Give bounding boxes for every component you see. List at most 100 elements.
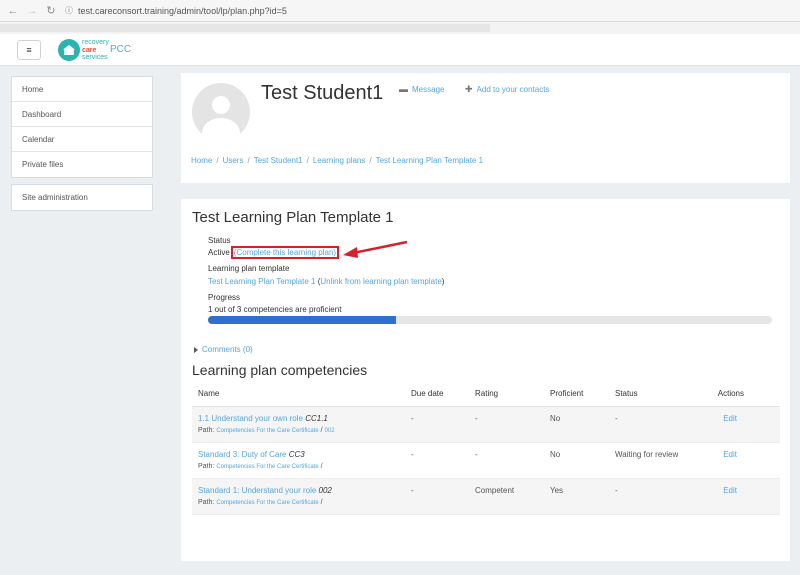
- template-link[interactable]: Test Learning Plan Template 1: [208, 277, 315, 286]
- sidebar-item-home[interactable]: Home: [12, 77, 152, 102]
- path-separator: /: [318, 462, 323, 470]
- site-navbar: ≡ recovery care services PCC: [0, 34, 800, 66]
- sidebar-item-dashboard[interactable]: Dashboard: [12, 102, 152, 127]
- comments-toggle[interactable]: Comments (0): [194, 345, 253, 354]
- competency-code: CC3: [288, 449, 305, 459]
- path-label: Path:: [198, 426, 215, 434]
- competency-link[interactable]: Standard 3: Duty of Care: [198, 450, 287, 459]
- caret-right-icon: [194, 346, 198, 353]
- avatar[interactable]: [192, 83, 250, 141]
- due-date-cell: -: [405, 442, 469, 479]
- path-label: Path:: [198, 462, 215, 470]
- competency-cell: Standard 3: Duty of Care CC3 Path: Compe…: [192, 442, 405, 479]
- competency-name: Standard 1: Understand your role 002: [198, 486, 405, 495]
- avatar-head-shape: [212, 96, 230, 114]
- message-label: Message: [412, 84, 445, 94]
- speech-bubble-icon: ▬: [399, 84, 408, 94]
- rating-cell: Competent: [469, 478, 544, 515]
- status-row: Active (Complete this learning plan): [208, 246, 340, 259]
- col-due-date: Due date: [405, 382, 469, 407]
- breadcrumb-separator: /: [247, 156, 250, 165]
- page-title: Test Student1: [261, 82, 384, 104]
- breadcrumb-separator: /: [216, 156, 219, 165]
- avatar-body-shape: [202, 118, 240, 141]
- logo-text: recovery care services: [82, 39, 109, 62]
- table-row: Standard 3: Duty of Care CC3 Path: Compe…: [192, 442, 780, 479]
- breadcrumb: Home / Users / Test Student1/ Learning pla…: [191, 156, 483, 165]
- table-row: Standard 1: Understand your role 002 Pat…: [192, 478, 780, 515]
- path-framework-link[interactable]: Competencies For the Care Certificate: [216, 500, 318, 506]
- actions-cell: Edit: [709, 406, 780, 443]
- bookmarks-bar: [0, 22, 800, 34]
- site-name-link[interactable]: PCC: [110, 44, 131, 55]
- logo-house-shape: [63, 45, 75, 55]
- page-info-icon: ⓘ: [65, 6, 73, 15]
- add-contact-label: Add to your contacts: [476, 85, 550, 94]
- logo-line-3: services: [82, 54, 108, 61]
- due-date-cell: -: [405, 406, 469, 443]
- menu-toggle-button[interactable]: ≡: [17, 40, 41, 60]
- competency-path: Path: Competencies For the Care Certific…: [198, 427, 405, 434]
- message-button[interactable]: ▬ Message: [399, 84, 444, 94]
- competencies-table: Name Due date Rating Proficient Status A…: [192, 382, 780, 515]
- col-proficient: Proficient: [544, 382, 609, 407]
- address-bar[interactable]: ⓘ test.careconsort.training/admin/tool/l…: [65, 5, 287, 16]
- breadcrumb-learning-plans[interactable]: Learning plans: [313, 156, 365, 165]
- col-name: Name: [192, 382, 405, 407]
- competency-path: Path: Competencies For the Care Certific…: [198, 499, 405, 506]
- comments-label: Comments (0): [202, 345, 253, 354]
- table-header-row: Name Due date Rating Proficient Status A…: [192, 382, 780, 407]
- plus-icon: ✚: [465, 84, 473, 94]
- breadcrumb-student[interactable]: Test Student1: [254, 156, 303, 165]
- breadcrumb-users[interactable]: Users: [223, 156, 244, 165]
- breadcrumb-separator: /: [306, 156, 309, 165]
- edit-button[interactable]: Edit: [723, 414, 737, 423]
- progress-label: Progress: [208, 293, 241, 302]
- logo-line-1: recovery: [82, 39, 109, 46]
- sidebar-item-site-administration[interactable]: Site administration: [12, 185, 152, 210]
- edit-button[interactable]: Edit: [723, 486, 737, 495]
- status-cell: -: [609, 406, 709, 443]
- path-separator: /: [318, 498, 323, 506]
- path-framework-link[interactable]: Competencies For the Care Certificate: [216, 428, 318, 434]
- due-date-cell: -: [405, 478, 469, 515]
- template-label: Learning plan template: [208, 264, 290, 273]
- edit-button[interactable]: Edit: [723, 450, 737, 459]
- logo-icon[interactable]: [58, 39, 80, 61]
- sidebar-item-calendar[interactable]: Calendar: [12, 127, 152, 152]
- competency-link[interactable]: Standard 1: Understand your role: [198, 486, 316, 495]
- breadcrumb-separator: /: [369, 156, 372, 165]
- breadcrumb-home[interactable]: Home: [191, 156, 212, 165]
- plan-title: Test Learning Plan Template 1: [192, 209, 394, 226]
- logo-line-2: care: [82, 46, 97, 54]
- competency-code: 002: [318, 485, 332, 495]
- learning-plan-panel: Test Learning Plan Template 1 Status Act…: [181, 199, 790, 561]
- progress-bar: [208, 316, 772, 324]
- sidebar-admin: Site administration: [11, 184, 153, 211]
- rating-cell: -: [469, 406, 544, 443]
- browser-toolbar: ← → ↻ ⓘ test.careconsort.training/admin/…: [0, 0, 800, 22]
- proficient-cell: No: [544, 406, 609, 443]
- unlink-close-paren: ): [441, 277, 445, 286]
- add-contact-button[interactable]: ✚ Add to your contacts: [465, 84, 549, 95]
- competency-link[interactable]: 1.1 Understand your own role: [198, 414, 303, 423]
- actions-cell: Edit: [709, 442, 780, 479]
- complete-plan-link[interactable]: (Complete this learning plan): [234, 248, 336, 257]
- complete-plan-highlight: (Complete this learning plan): [230, 246, 340, 259]
- back-arrow-icon[interactable]: ←: [7, 5, 19, 17]
- unlink-template-link[interactable]: Unlink from learning plan template: [320, 277, 441, 286]
- reload-icon[interactable]: ↻: [45, 4, 57, 17]
- col-status: Status: [609, 382, 709, 407]
- path-framework-link[interactable]: Competencies For the Care Certificate: [216, 464, 318, 470]
- breadcrumb-plan[interactable]: Test Learning Plan Template 1: [376, 156, 483, 165]
- sidebar-item-private-files[interactable]: Private files: [12, 152, 152, 177]
- sidebar-nav: Home Dashboard Calendar Private files: [11, 76, 153, 178]
- path-parent-link[interactable]: 002: [325, 428, 335, 434]
- progress-bar-fill: [208, 316, 396, 324]
- url-text: test.careconsort.training/admin/tool/lp/…: [78, 5, 287, 16]
- profile-header: Test Student1 ▬ Message ✚ Add to your co…: [181, 73, 790, 183]
- proficient-cell: Yes: [544, 478, 609, 515]
- competency-name: Standard 3: Duty of Care CC3: [198, 450, 405, 459]
- forward-arrow-icon[interactable]: →: [26, 5, 38, 17]
- competency-code: CC1.1: [305, 413, 328, 423]
